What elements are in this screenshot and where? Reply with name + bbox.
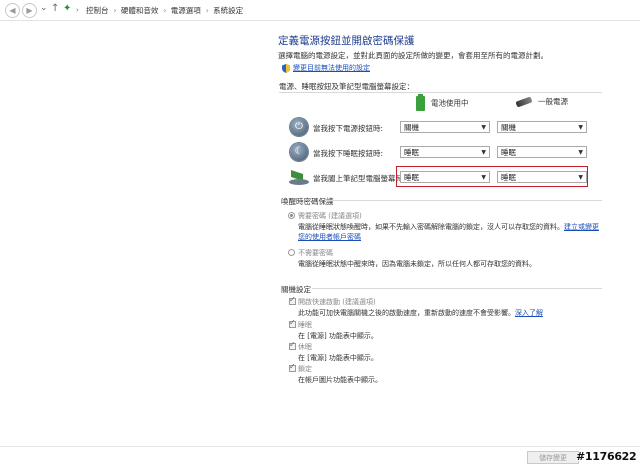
lock-checkbox[interactable] <box>289 362 296 372</box>
require-password-radio[interactable] <box>288 212 295 219</box>
battery-icon <box>416 94 425 111</box>
fast-startup-checkbox[interactable] <box>289 295 296 305</box>
sleep-button-label: 當我按下睡眠按鈕時: <box>313 149 384 158</box>
column-battery-label: 電池使用中 <box>431 98 469 108</box>
lid-close-label: 當我闔上筆記型電腦螢幕時: <box>313 174 406 183</box>
chevron-down-icon: ▼ <box>578 174 583 181</box>
no-password-radio[interactable] <box>288 249 295 256</box>
save-changes-button[interactable]: 儲存變更 <box>527 451 579 464</box>
page-title: 定義電源按鈕並開啟密碼保護 <box>278 35 415 47</box>
select-value: 關機 <box>501 123 516 132</box>
hibernate-checkbox[interactable] <box>289 340 296 350</box>
chevron-down-icon: ▼ <box>578 149 583 156</box>
require-password-desc: 電腦從睡眠狀態喚醒時，如果不先輸入密碼解除電腦的鎖定，沒人可以存取您的資料。建立… <box>298 222 599 232</box>
breadcrumb-item[interactable]: 控制台 <box>86 6 109 15</box>
select-value: 睡眠 <box>404 148 419 157</box>
chevron-down-icon: ▼ <box>481 149 486 156</box>
lock-desc: 在帳戶圖片功能表中顯示。 <box>298 376 382 384</box>
sleep-label: 睡眠 <box>298 321 312 329</box>
sleep-button-battery-select[interactable]: 睡眠 ▼ <box>400 146 490 158</box>
user-account-password-link[interactable]: 您的使用者帳戶密碼 <box>298 233 361 241</box>
laptop-lid-icon <box>289 170 309 185</box>
select-value: 睡眠 <box>501 173 516 182</box>
lid-close-battery-select[interactable]: 睡眠 ▼ <box>400 171 490 183</box>
hibernate-label: 休眠 <box>298 343 312 351</box>
change-settings-link-label[interactable]: 變更目前無法使用的設定 <box>293 64 370 72</box>
breadcrumb-item[interactable]: 硬體和音效 <box>121 6 159 15</box>
change-settings-link[interactable]: 變更目前無法使用的設定 <box>282 63 370 73</box>
address-bar: ◀ ▶ ⌄ ↑ ✦ › 控制台 › 硬體和音效 › 電源選項 › 系統設定 <box>0 0 640 21</box>
power-button-label: 當我按下電源按鈕時: <box>313 124 384 133</box>
forward-icon[interactable]: ▶ <box>22 3 37 18</box>
column-plugged-label: 一般電源 <box>538 97 568 106</box>
breadcrumb: 控制台 › 硬體和音效 › 電源選項 › 系統設定 <box>86 6 244 15</box>
up-arrow-icon[interactable]: ↑ <box>51 3 59 14</box>
sleep-desc: 在 [電源] 功能表中顯示。 <box>298 332 378 340</box>
no-password-desc: 電腦從睡眠狀態中醒來時，因為電腦未鎖定，所以任何人都可存取您的資料。 <box>298 260 536 268</box>
power-plug-icon <box>515 96 533 108</box>
watermark: #1176622 <box>576 450 637 463</box>
back-icon[interactable]: ◀ <box>5 3 20 18</box>
section-divider <box>326 200 602 201</box>
fast-startup-desc: 此功能可加快電腦關機之後的啟動速度，重新啟動的速度不會受影響。深入了解 <box>298 308 543 318</box>
column-header-plugged: 一般電源 <box>515 96 568 108</box>
hibernate-desc: 在 [電源] 功能表中顯示。 <box>298 354 378 362</box>
require-password-desc-text: 電腦從睡眠狀態喚醒時，如果不先輸入密碼解除電腦的鎖定，沒人可以存取您的資料。 <box>298 223 564 231</box>
breadcrumb-item[interactable]: 系統設定 <box>213 6 243 15</box>
require-password-desc-2: 您的使用者帳戶密碼 <box>298 232 361 242</box>
chevron-down-icon: ▼ <box>481 124 486 131</box>
page-subtitle: 選擇電腦的電源設定，並對此頁面的設定所做的變更，會套用至所有的電源計劃。 <box>278 51 548 60</box>
require-password-label: 需要密碼 (建議選項) <box>298 212 362 220</box>
fast-startup-desc-text: 此功能可加快電腦關機之後的啟動速度，重新啟動的速度不會受影響。 <box>298 309 515 317</box>
no-password-label: 不需要密碼 <box>298 249 333 257</box>
control-panel-icon: ✦ <box>63 3 72 14</box>
lock-label: 鎖定 <box>298 365 312 373</box>
sidebar <box>0 21 277 446</box>
power-button-battery-select[interactable]: 關機 ▼ <box>400 121 490 133</box>
recent-pages-icon[interactable]: ⌄ <box>40 3 48 13</box>
select-value: 睡眠 <box>501 148 516 157</box>
breadcrumb-item[interactable]: 電源選項 <box>171 6 201 15</box>
uac-shield-icon <box>282 63 290 73</box>
sleep-checkbox[interactable] <box>289 318 296 328</box>
column-header-battery: 電池使用中 <box>416 94 469 111</box>
shutdown-section-title: 關機設定 <box>281 285 311 294</box>
select-value: 關機 <box>404 123 419 132</box>
power-button-plugged-select[interactable]: 關機 ▼ <box>497 121 587 133</box>
fast-startup-label: 開啟快速啟動 (建議選項) <box>298 298 376 306</box>
power-button-icon: ⏻ <box>290 118 308 136</box>
chevron-down-icon: ▼ <box>578 124 583 131</box>
chevron-down-icon: ▼ <box>481 174 486 181</box>
sleep-button-icon: ☾ <box>290 143 308 161</box>
lid-close-plugged-select[interactable]: 睡眠 ▼ <box>497 171 587 183</box>
learn-more-link[interactable]: 深入了解 <box>515 309 543 317</box>
section-divider <box>279 92 602 93</box>
section-divider <box>312 288 602 289</box>
select-value: 睡眠 <box>404 173 419 182</box>
power-buttons-section-title: 電源、睡眠按鈕及筆記型電腦螢幕設定： <box>279 82 414 91</box>
sleep-button-plugged-select[interactable]: 睡眠 ▼ <box>497 146 587 158</box>
create-password-link[interactable]: 建立或變更 <box>564 223 599 231</box>
wake-password-section-title: 喚醒時密碼保護 <box>281 197 334 206</box>
chevron-right-icon: › <box>76 6 79 14</box>
